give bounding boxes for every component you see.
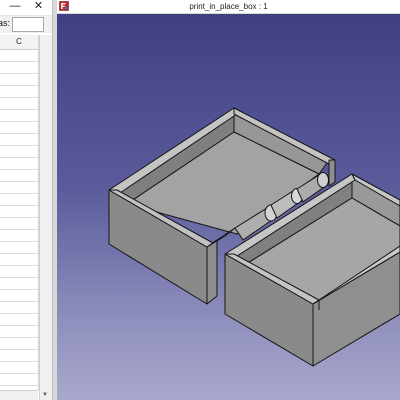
horizontal-scrollbar[interactable] xyxy=(0,390,38,400)
3d-viewport[interactable] xyxy=(57,14,400,400)
column-header-c[interactable]: C xyxy=(0,35,39,49)
close-button[interactable]: ✕ xyxy=(31,0,46,13)
spreadsheet-window: — ✕ as: C ▼ xyxy=(0,0,52,400)
hinge-segment-3-end xyxy=(317,172,329,188)
alias-row: as: xyxy=(0,16,52,33)
spreadsheet-grid[interactable] xyxy=(0,50,39,390)
minimize-button[interactable]: — xyxy=(8,0,22,13)
spreadsheet-titlebar: — ✕ xyxy=(0,0,52,16)
left-box-side-rim xyxy=(206,227,236,248)
left-box-side-face xyxy=(206,239,218,305)
desktop: — ✕ as: C ▼ print_in_place_box : 1 xyxy=(0,0,400,400)
alias-label: as: xyxy=(0,18,11,28)
vertical-scrollbar[interactable]: ▼ xyxy=(39,35,52,400)
left-box-right-front-wall xyxy=(328,159,336,187)
view-title: print_in_place_box : 1 xyxy=(189,2,268,11)
view-window: print_in_place_box : 1 xyxy=(57,0,400,400)
model-canvas xyxy=(108,107,400,367)
view-titlebar: print_in_place_box : 1 xyxy=(57,0,400,14)
scroll-down-arrow-icon[interactable]: ▼ xyxy=(42,392,48,398)
alias-input[interactable] xyxy=(12,17,44,32)
